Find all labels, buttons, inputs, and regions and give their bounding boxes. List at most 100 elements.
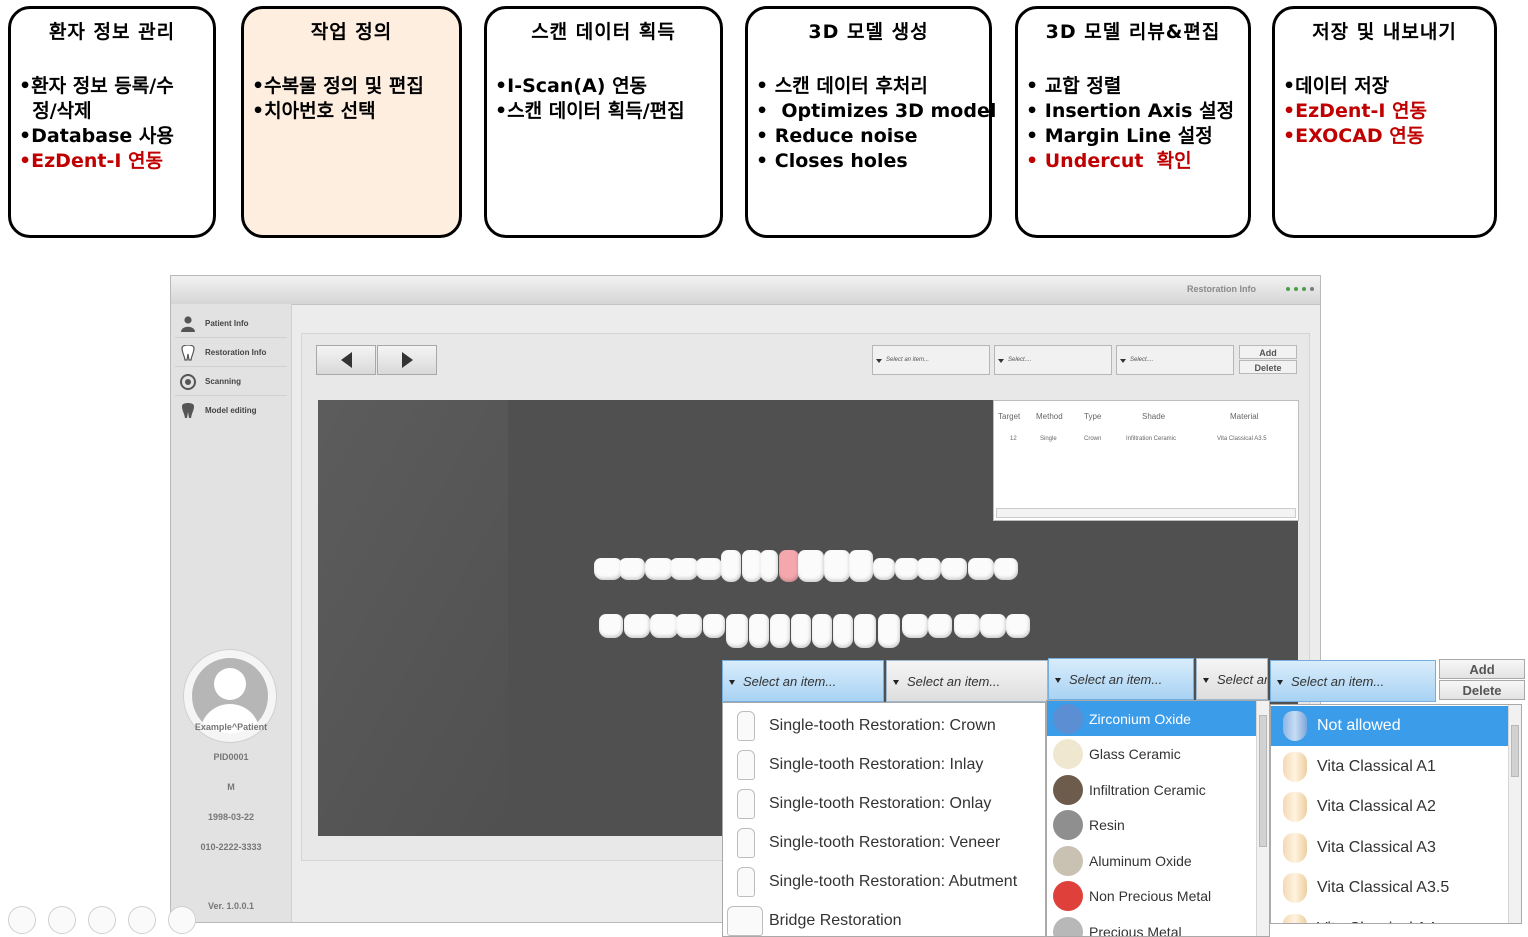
tooth[interactable] [599,614,623,638]
horizontal-scrollbar[interactable] [996,508,1296,518]
tooth[interactable] [624,614,650,638]
more-icon[interactable] [168,906,196,934]
tooth[interactable] [791,614,811,648]
tooth[interactable] [594,558,622,580]
tooth[interactable] [954,614,980,638]
workflow-step-item: 정/삭제 [19,100,92,122]
window-dot-icon[interactable] [1286,287,1290,291]
shade-select[interactable]: Select.... [1116,345,1234,375]
shade-option[interactable]: Not allowed [1271,706,1508,746]
window-dot-icon[interactable] [1302,287,1306,291]
delete-button-large[interactable]: Delete [1439,680,1525,700]
shade-option[interactable]: Vita Classical A2 [1271,787,1508,827]
method-option[interactable]: Bridge Restoration [723,902,1045,936]
method-option[interactable]: Single-tooth Restoration: Onlay [723,785,1045,823]
tooth-icon [737,867,755,897]
tooth[interactable] [703,614,725,638]
tooth[interactable] [676,614,702,638]
delete-button[interactable]: Delete [1239,360,1297,374]
shade-option[interactable]: Vita Classical A3.5 [1271,868,1508,908]
tooth[interactable] [619,558,645,580]
material-option-label: Resin [1089,817,1125,833]
type-select[interactable]: Select.... [994,345,1112,375]
material-option[interactable]: Glass Ceramic [1047,737,1256,772]
material-option[interactable]: Infiltration Ceramic [1047,772,1256,807]
table-cell[interactable]: Infiltration Ceramic [1126,436,1176,442]
vertical-scrollbar[interactable] [1256,701,1269,936]
tooth[interactable] [696,558,722,580]
table-cell[interactable]: 12 [1010,436,1017,442]
method-select[interactable]: Select an item... [872,345,990,375]
shade-select-collapsed[interactable]: Select an [1196,658,1268,700]
window-dot-icon[interactable] [1310,287,1314,291]
tooth[interactable] [873,558,895,580]
sidebar-item-restoration-info[interactable]: Restoration Info [175,339,287,367]
patient-phone: 010-2222-3333 [200,842,262,852]
tooth[interactable] [833,614,853,648]
add-button[interactable]: Add [1239,345,1297,359]
tooth[interactable] [812,614,832,648]
tooth[interactable] [650,614,678,638]
material-swatch-icon [1053,881,1083,911]
table-cell[interactable]: Vita Classical A3.5 [1217,436,1267,442]
pen-icon[interactable] [48,906,76,934]
tooth[interactable] [941,558,967,580]
tooth[interactable] [980,614,1006,638]
material-option[interactable]: Resin [1047,808,1256,843]
patient-birthdate: 1998-03-22 [207,812,255,822]
slides-icon[interactable] [88,906,116,934]
tooth[interactable] [854,614,876,648]
next-button[interactable] [377,345,437,375]
selected-tooth[interactable] [779,550,799,582]
tooth[interactable] [670,558,698,580]
tooth[interactable] [770,614,790,648]
type-select-expanded[interactable]: Select an item... [886,660,1048,702]
tooth[interactable] [917,558,941,580]
method-option[interactable]: Single-tooth Restoration: Crown [723,707,1045,745]
shade-option[interactable]: Vita Classical A4 [1271,909,1508,923]
method-option[interactable]: Single-tooth Restoration: Abutment [723,863,1045,901]
tooth[interactable] [895,558,919,580]
material-option[interactable]: Precious Metal [1047,914,1256,936]
tooth[interactable] [928,614,952,638]
method-option[interactable]: Single-tooth Restoration: Veneer [723,824,1045,862]
shade-option[interactable]: Vita Classical A3 [1271,828,1508,868]
workflow-step-item: •Database 사용 [19,125,174,147]
tooth[interactable] [824,550,850,582]
window-controls[interactable] [1286,287,1314,291]
tooth[interactable] [645,558,673,580]
play-icon[interactable] [8,906,36,934]
table-cell[interactable]: Crown [1084,436,1101,442]
tooth[interactable] [760,550,778,582]
tooth[interactable] [721,550,741,582]
window-dot-icon[interactable] [1294,287,1298,291]
method-option[interactable]: Single-tooth Restoration: Inlay [723,746,1045,784]
tooth[interactable] [878,614,900,648]
tooth[interactable] [749,614,769,648]
previous-button[interactable] [316,345,376,375]
material-select-expanded[interactable]: Select an item... [1048,658,1194,700]
tooth[interactable] [902,614,928,638]
tooth[interactable] [798,550,824,582]
tooth[interactable] [1006,614,1030,638]
method-select-expanded[interactable]: Select an item... [722,660,884,702]
shade-select-expanded[interactable]: Select an item... [1270,660,1436,702]
sidebar-item-patient-info[interactable]: Patient Info [175,310,287,338]
add-button-large[interactable]: Add [1439,659,1525,679]
table-cell[interactable]: Single [1040,436,1057,442]
zoom-icon[interactable] [128,906,156,934]
select-text: Select.... [1130,357,1154,363]
material-option[interactable]: Zirconium Oxide [1047,701,1256,736]
vertical-scrollbar[interactable] [1508,705,1521,923]
material-option[interactable]: Non Precious Metal [1047,879,1256,914]
tooth[interactable] [849,550,873,582]
sidebar-item-scanning[interactable]: Scanning [175,368,287,396]
patient-sex: M [227,782,235,792]
tooth[interactable] [726,614,748,648]
tooth[interactable] [968,558,994,580]
tooth[interactable] [742,550,762,582]
tooth[interactable] [994,558,1018,580]
shade-option[interactable]: Vita Classical A1 [1271,747,1508,787]
sidebar-item-model-editing[interactable]: Model editing [175,397,287,424]
material-option[interactable]: Aluminum Oxide [1047,843,1256,878]
